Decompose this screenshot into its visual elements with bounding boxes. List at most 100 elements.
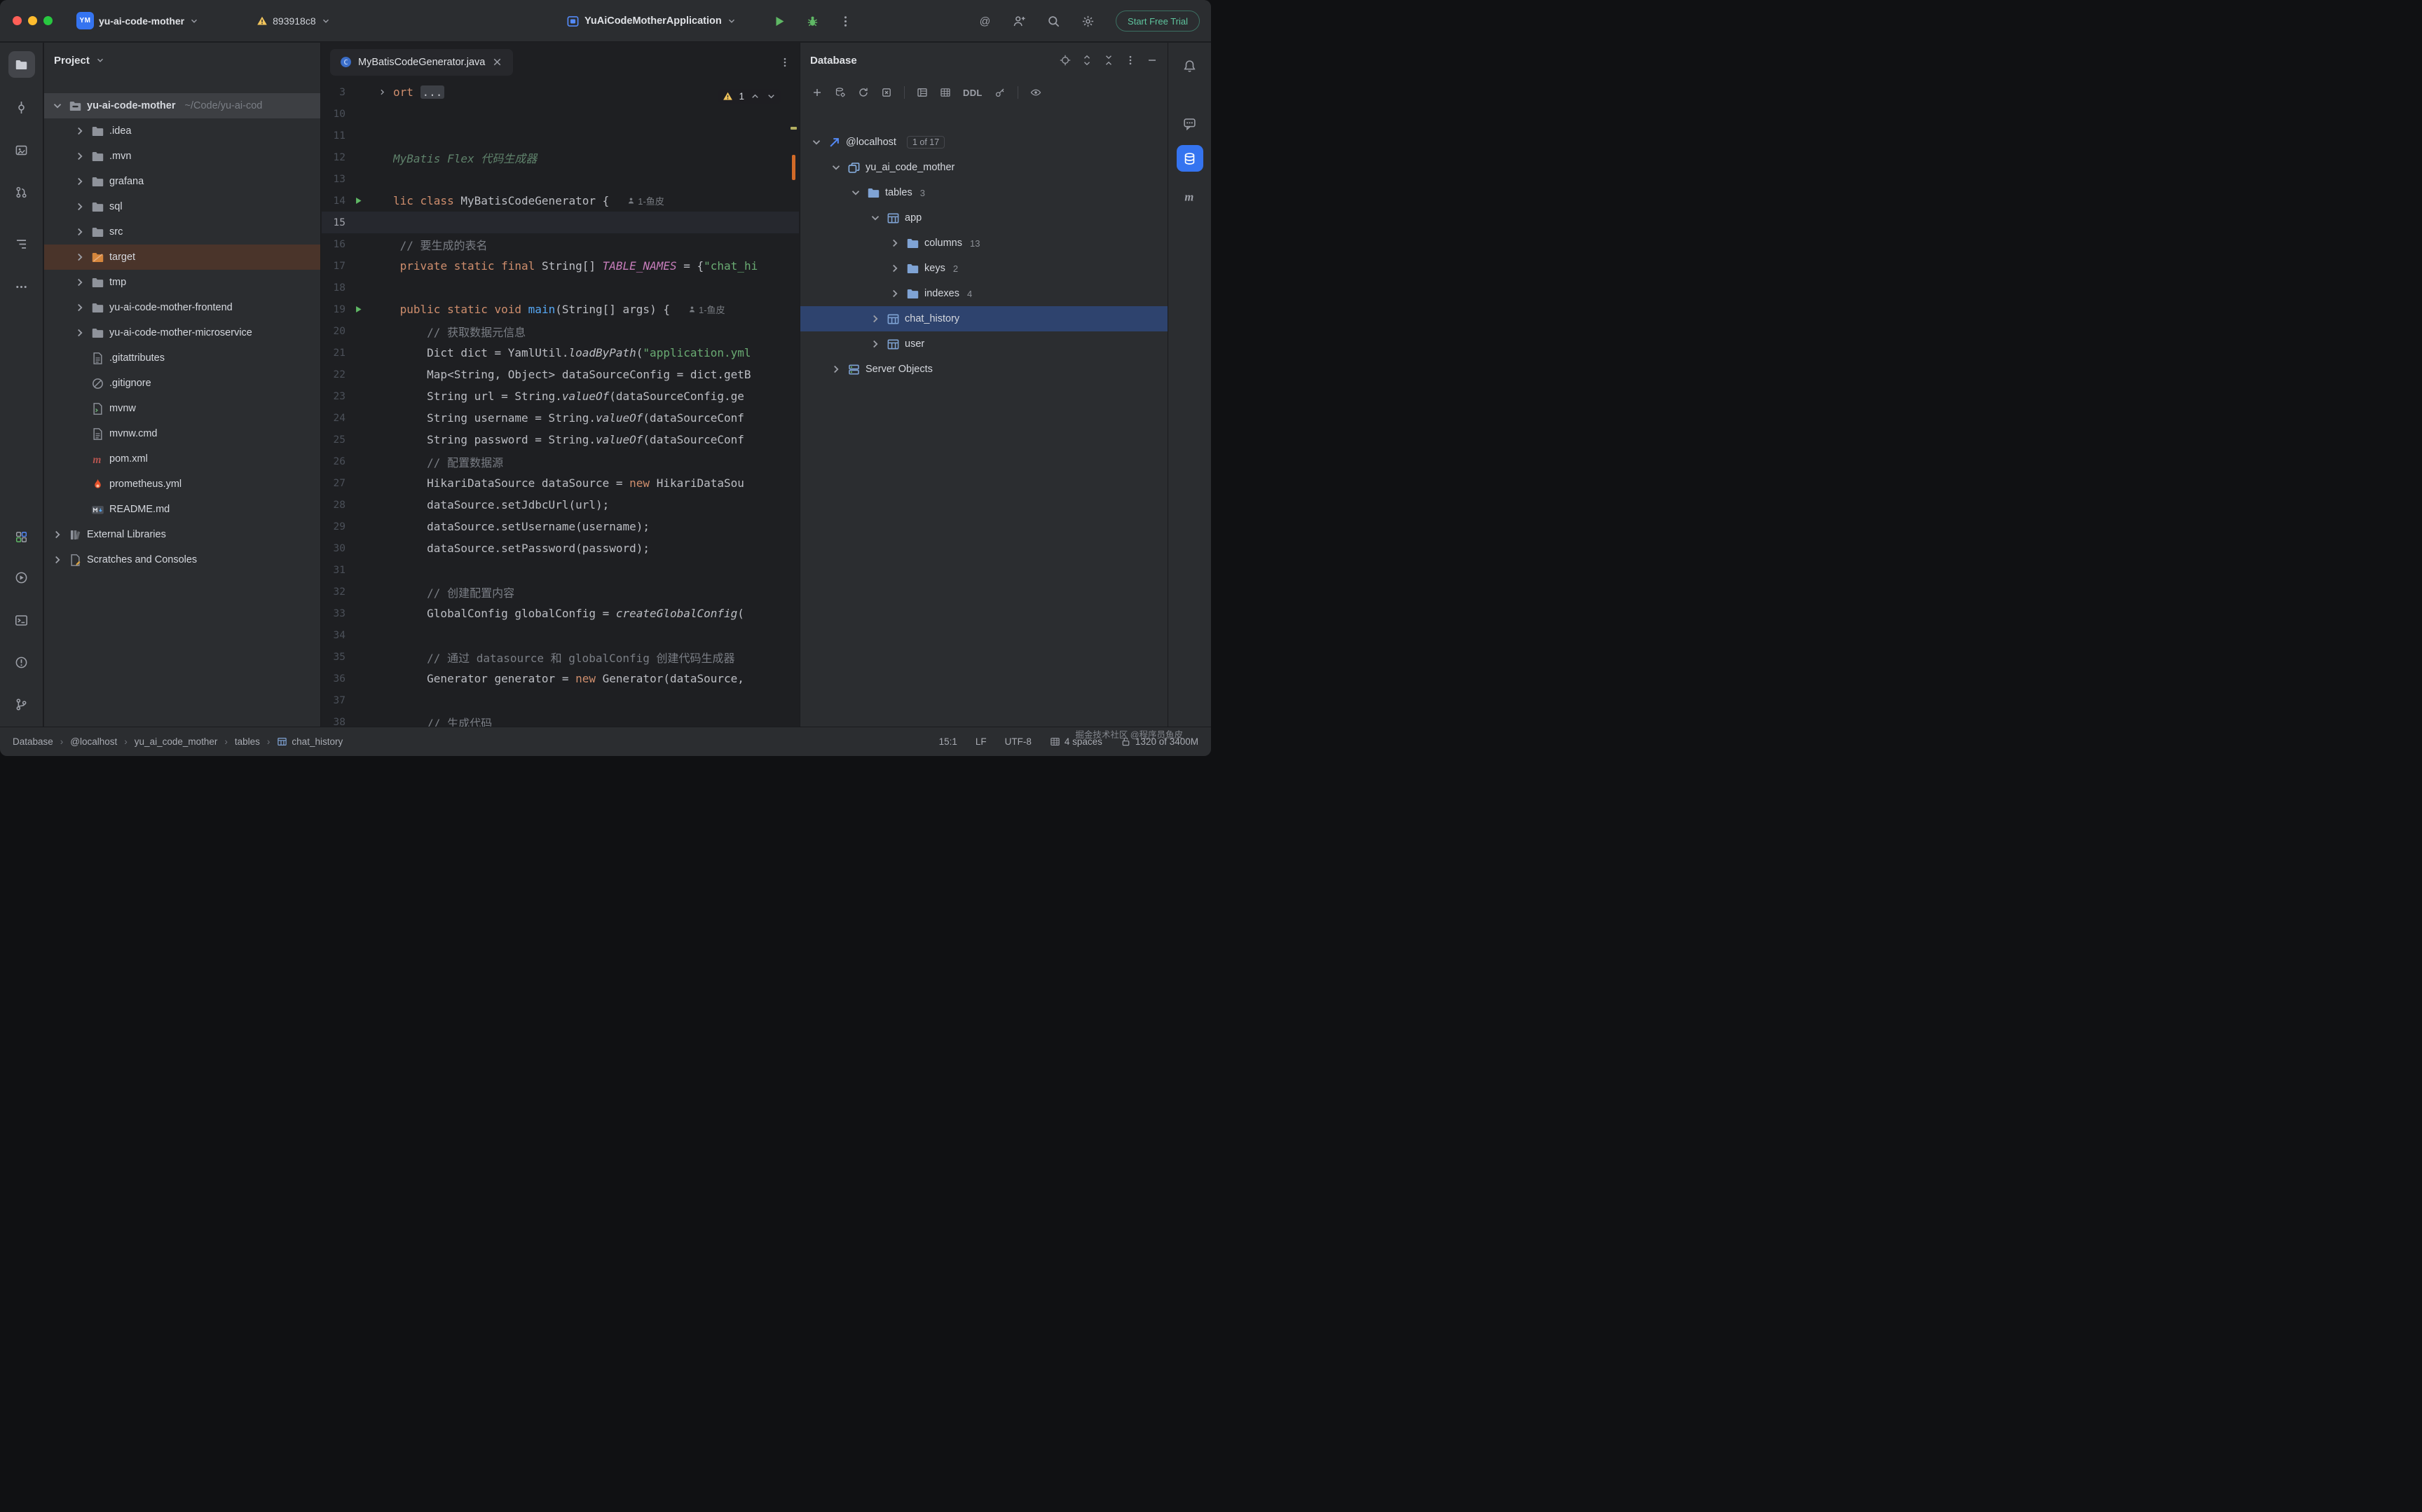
code-line[interactable]: 25 String password = String.valueOf(data… <box>322 429 799 451</box>
code-line[interactable]: 19 public static void main(String[] args… <box>322 298 799 320</box>
code-line[interactable]: 33 GlobalConfig globalConfig = createGlo… <box>322 603 799 624</box>
line-number[interactable]: 38 <box>322 717 345 727</box>
expand-chevron-icon[interactable] <box>830 161 842 174</box>
run-configuration-selector[interactable]: YuAiCodeMotherApplication <box>561 11 742 32</box>
database-tree-item[interactable]: keys2 <box>800 256 1168 281</box>
project-widget[interactable]: YM yu-ai-code-mother <box>71 8 205 33</box>
previous-issue-icon[interactable] <box>750 91 760 102</box>
expand-chevron-icon[interactable] <box>51 554 64 566</box>
line-number[interactable]: 34 <box>322 630 345 641</box>
line-number[interactable]: 21 <box>322 348 345 359</box>
gutter[interactable] <box>345 196 371 205</box>
expand-chevron-icon[interactable] <box>830 363 842 376</box>
project-tree-item[interactable]: mpom.xml <box>44 446 320 472</box>
expand-chevron-icon[interactable] <box>889 262 901 275</box>
expand-chevron-icon[interactable] <box>849 186 862 199</box>
code-line[interactable]: 11 <box>322 125 799 146</box>
version-control-tool-button[interactable] <box>8 691 35 717</box>
line-ending-widget[interactable]: LF <box>976 736 987 747</box>
problems-tool-button[interactable] <box>8 649 35 675</box>
code-line[interactable]: 21 Dict dict = YamlUtil.loadByPath("appl… <box>322 342 799 364</box>
database-tree-item[interactable]: columns13 <box>800 231 1168 256</box>
code-line[interactable]: 23 String url = String.valueOf(dataSourc… <box>322 385 799 407</box>
expand-all-icon[interactable] <box>1081 55 1093 66</box>
line-number[interactable]: 10 <box>322 109 345 120</box>
author-inlay[interactable]: 1-鱼皮 <box>688 303 725 316</box>
project-tree-item[interactable]: src <box>44 219 320 245</box>
project-tree-item[interactable]: .gitignore <box>44 371 320 396</box>
ai-assistant-tool-button[interactable] <box>1177 110 1203 137</box>
breadcrumb-item[interactable]: tables <box>235 736 260 747</box>
project-tree-item[interactable]: yu-ai-code-mother-frontend <box>44 295 320 320</box>
line-number[interactable]: 3 <box>322 87 345 98</box>
code-line[interactable]: 30 dataSource.setPassword(password); <box>322 537 799 559</box>
close-tab-icon[interactable] <box>491 56 503 68</box>
line-number[interactable]: 19 <box>322 304 345 315</box>
project-tree-item[interactable]: mvnw.cmd <box>44 421 320 446</box>
code-line[interactable]: 38 // 生成代码 <box>322 711 799 727</box>
key-icon[interactable] <box>994 87 1006 98</box>
line-number[interactable]: 36 <box>322 673 345 685</box>
search-everywhere-icon[interactable] <box>1047 15 1060 28</box>
hide-panel-icon[interactable] <box>1147 55 1158 66</box>
gutter[interactable] <box>345 305 371 314</box>
line-number[interactable]: 20 <box>322 326 345 337</box>
breadcrumb-item[interactable]: @localhost <box>70 736 117 747</box>
code-line[interactable]: 22 Map<String, Object> dataSourceConfig … <box>322 364 799 385</box>
line-number[interactable]: 23 <box>322 391 345 402</box>
line-number[interactable]: 16 <box>322 239 345 250</box>
code-line[interactable]: 32 // 创建配置内容 <box>322 581 799 603</box>
mentions-icon[interactable]: @ <box>978 15 992 28</box>
database-tree-item[interactable]: yu_ai_code_mother <box>800 155 1168 180</box>
project-tree-item[interactable]: tmp <box>44 270 320 295</box>
line-number[interactable]: 31 <box>322 565 345 576</box>
line-number[interactable]: 15 <box>322 217 345 228</box>
notifications-tool-button[interactable] <box>1177 53 1203 79</box>
code-line[interactable]: 34 <box>322 624 799 646</box>
more-actions-button[interactable] <box>839 15 852 28</box>
expand-chevron-icon[interactable] <box>74 175 86 188</box>
expand-chevron-icon[interactable] <box>810 136 823 149</box>
code-line[interactable]: 10 <box>322 103 799 125</box>
breadcrumb-item[interactable]: Database <box>13 736 53 747</box>
project-panel-header[interactable]: Project <box>44 43 320 78</box>
line-number[interactable]: 17 <box>322 261 345 272</box>
expand-chevron-icon[interactable] <box>51 528 64 541</box>
code-line[interactable]: 13 <box>322 168 799 190</box>
project-tree-item[interactable]: External Libraries <box>44 522 320 547</box>
database-tree-item[interactable]: app <box>800 205 1168 231</box>
line-number[interactable]: 26 <box>322 456 345 467</box>
project-tree-item[interactable]: grafana <box>44 169 320 194</box>
code-line[interactable]: 16 // 要生成的表名 <box>322 233 799 255</box>
table-structure-icon[interactable] <box>917 87 928 98</box>
terminal-tool-button[interactable] <box>8 607 35 633</box>
project-tree-item[interactable]: .idea <box>44 118 320 144</box>
settings-gear-icon[interactable] <box>1081 15 1095 28</box>
author-inlay[interactable]: 1-鱼皮 <box>627 194 664 207</box>
debug-button[interactable] <box>806 15 819 28</box>
line-number[interactable]: 22 <box>322 369 345 380</box>
line-number[interactable]: 32 <box>322 586 345 598</box>
expand-chevron-icon[interactable] <box>74 301 86 314</box>
code-line[interactable]: 26 // 配置数据源 <box>322 451 799 472</box>
database-tree-item[interactable]: user <box>800 331 1168 357</box>
project-tree-item[interactable]: target <box>44 245 320 270</box>
editor-tab[interactable]: C MyBatisCodeGenerator.java <box>330 49 513 76</box>
ddl-button[interactable]: DDL <box>963 88 983 98</box>
code-line[interactable]: 24 String username = String.valueOf(data… <box>322 407 799 429</box>
start-free-trial-button[interactable]: Start Free Trial <box>1116 11 1200 32</box>
expand-chevron-icon[interactable] <box>869 312 882 325</box>
new-datasource-icon[interactable] <box>812 87 823 98</box>
expand-chevron-icon[interactable] <box>869 338 882 350</box>
line-number[interactable]: 37 <box>322 695 345 706</box>
tab-options-icon[interactable] <box>779 57 791 68</box>
more-tools-button[interactable] <box>8 273 35 300</box>
line-number[interactable]: 28 <box>322 500 345 511</box>
line-number[interactable]: 29 <box>322 521 345 532</box>
breadcrumb-item[interactable]: chat_history <box>277 736 343 747</box>
scrollbar-mark[interactable] <box>792 155 795 180</box>
code-line[interactable]: 35 // 通过 datasource 和 globalConfig 创建代码生… <box>322 646 799 668</box>
expand-chevron-icon[interactable] <box>74 150 86 163</box>
code-line[interactable]: 36 Generator generator = new Generator(d… <box>322 668 799 689</box>
panel-options-icon[interactable] <box>1125 55 1136 66</box>
